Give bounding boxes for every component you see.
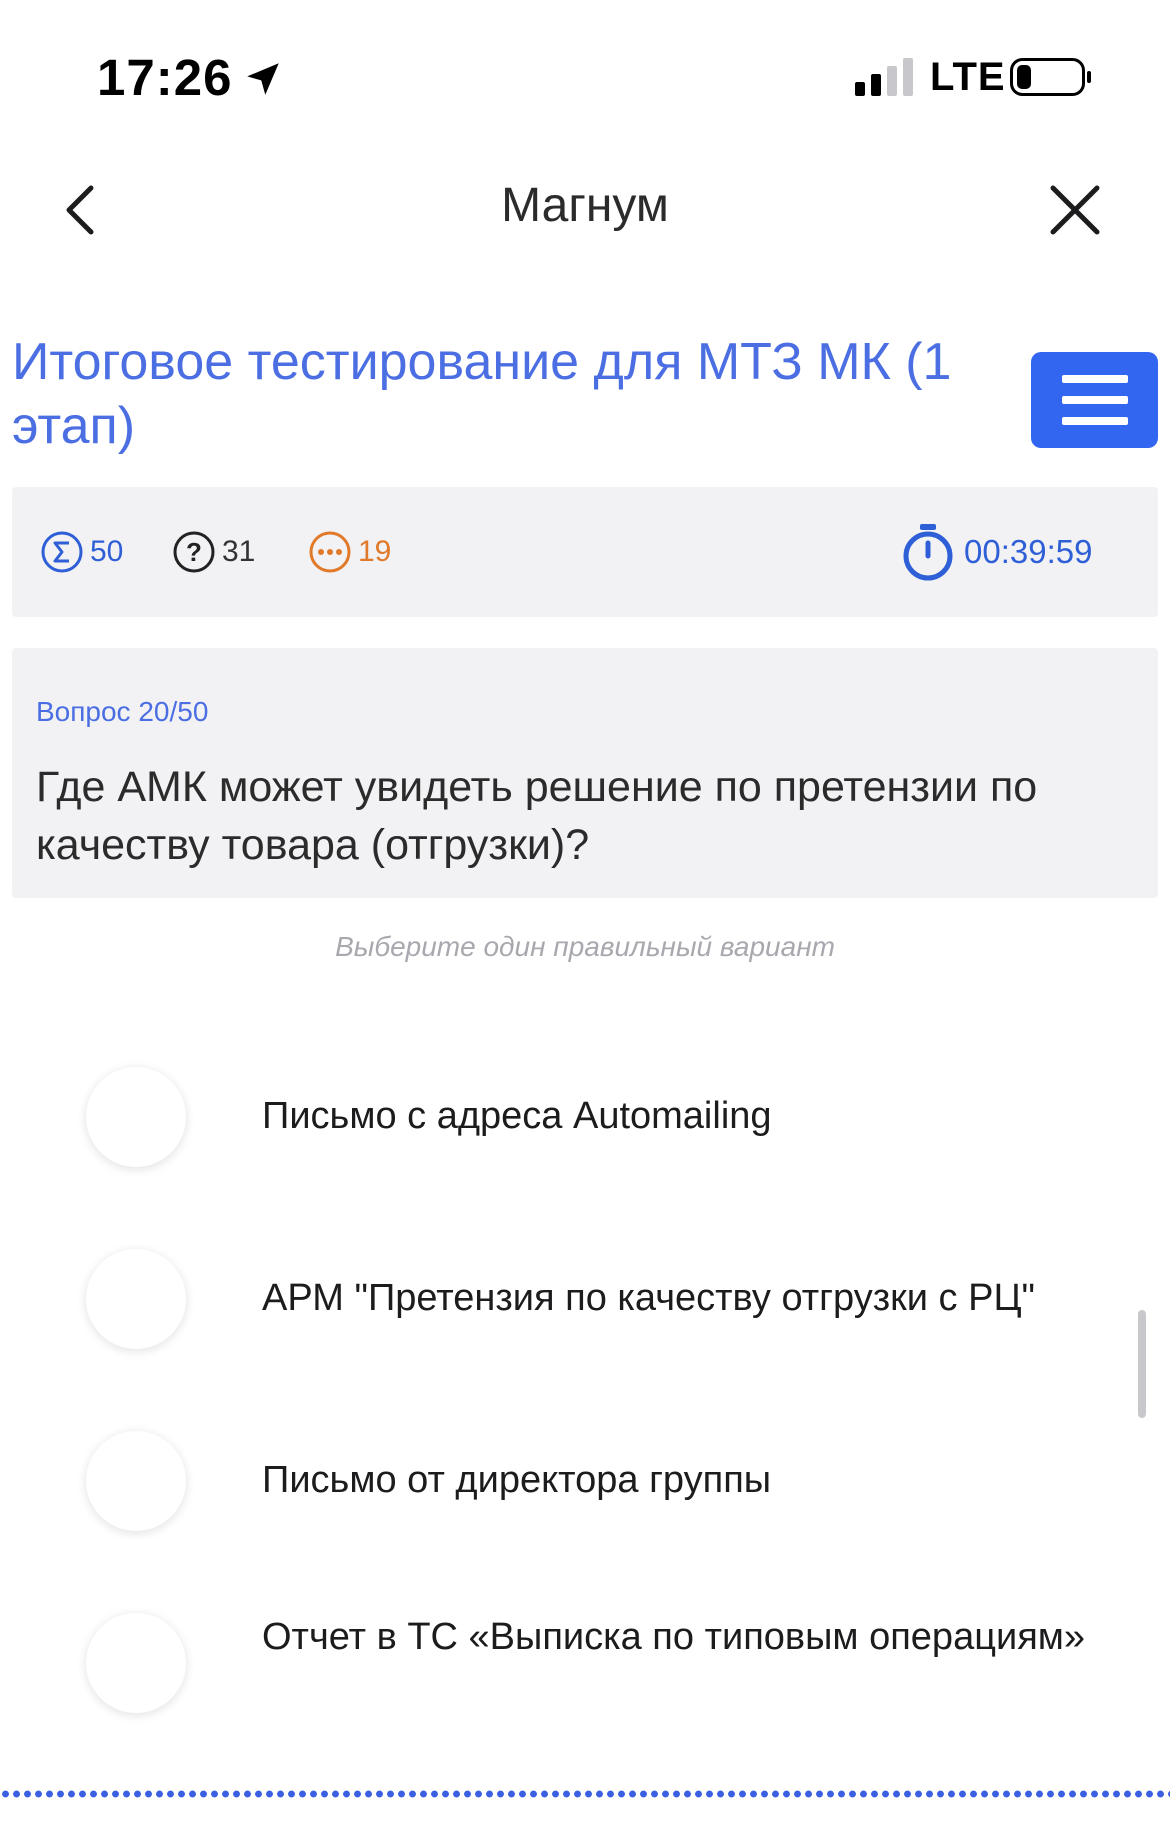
stat-total-questions: 50 [40, 527, 123, 577]
answer-option-label: Письмо от директора группы [262, 1459, 772, 1501]
stat-skipped: 19 [308, 527, 391, 577]
status-time: 17:26 [97, 49, 233, 106]
stat-total-value: 50 [90, 535, 124, 568]
svg-text:?: ? [186, 537, 202, 567]
answer-option-label: Отчет в ТС «Выписка по типовым операциям… [262, 1616, 1086, 1658]
answer-option[interactable]: АРМ "Претензия по качеству отгрузки с РЦ… [0, 1244, 1170, 1354]
more-dots-icon [309, 531, 351, 573]
signal-bars-icon [855, 58, 913, 96]
question-number: Вопрос 20/50 [36, 696, 209, 727]
answer-hint: Выберите один правильный вариант [335, 931, 835, 962]
stat-unanswered: ? 31 [172, 527, 255, 577]
answer-option-label: АРМ "Претензия по качеству отгрузки с РЦ… [262, 1277, 1036, 1319]
stat-skipped-value: 19 [358, 535, 392, 568]
battery-icon [1010, 58, 1091, 96]
network-type: LTE [930, 55, 1006, 99]
status-bar: 17:26 LTE [0, 0, 1170, 160]
menu-button[interactable] [1031, 352, 1158, 448]
answer-option-label: Письмо с адреса Automailing [262, 1095, 772, 1137]
timer-value: 00:39:59 [964, 533, 1093, 570]
stopwatch-icon [903, 524, 953, 581]
question-card: Вопрос 20/50 Где АМК может увидеть решен… [12, 648, 1158, 898]
close-icon[interactable] [1045, 180, 1105, 240]
sigma-icon [41, 531, 83, 573]
course-title: Итоговое тестирование для МТЗ МК (1 этап… [12, 333, 952, 455]
answer-option[interactable]: Письмо с адреса Automailing [0, 1062, 1170, 1172]
radio-button[interactable] [86, 1249, 186, 1349]
radio-button[interactable] [86, 1067, 186, 1167]
nav-title: Магнум [501, 179, 669, 232]
hamburger-menu-icon [1061, 375, 1128, 425]
question-text: Где АМК может увидеть решение по претенз… [36, 763, 1038, 869]
question-circle-icon: ? [173, 531, 215, 573]
radio-button[interactable] [86, 1431, 186, 1531]
stat-timer: 00:39:59 [900, 524, 1093, 581]
answer-option[interactable]: Отчет в ТС «Выписка по типовым операциям… [0, 1608, 1170, 1718]
radio-button[interactable] [86, 1613, 186, 1713]
answer-option[interactable]: Письмо от директора группы [0, 1426, 1170, 1536]
scrollbar-thumb[interactable] [1138, 1310, 1146, 1418]
stat-unanswered-value: 31 [222, 535, 256, 568]
dotted-divider [0, 1790, 1170, 1798]
location-arrow-icon [247, 63, 279, 95]
nav-bar: Магнум [0, 160, 1170, 260]
stats-panel: 50 ? 31 19 00:39:59 [12, 487, 1158, 617]
